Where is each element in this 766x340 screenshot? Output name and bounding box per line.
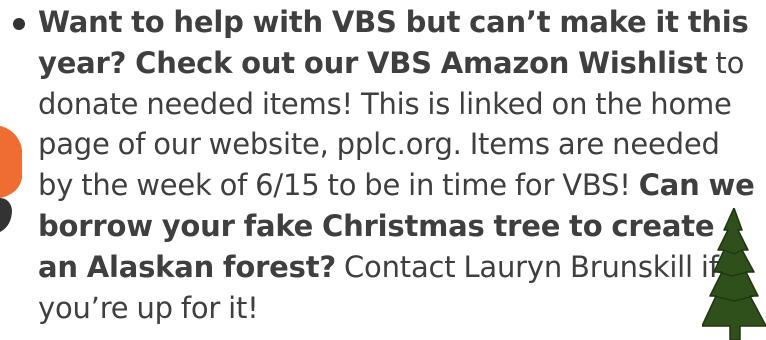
pine-tree-icon	[702, 208, 766, 340]
bullet-dot	[13, 18, 25, 30]
orange-ornament-icon	[0, 126, 22, 232]
bullet-paragraph: Want to help with VBS but can’t make it …	[38, 2, 756, 328]
bold-callout-wishlist: Want to help with VBS but can’t make it …	[38, 5, 749, 80]
